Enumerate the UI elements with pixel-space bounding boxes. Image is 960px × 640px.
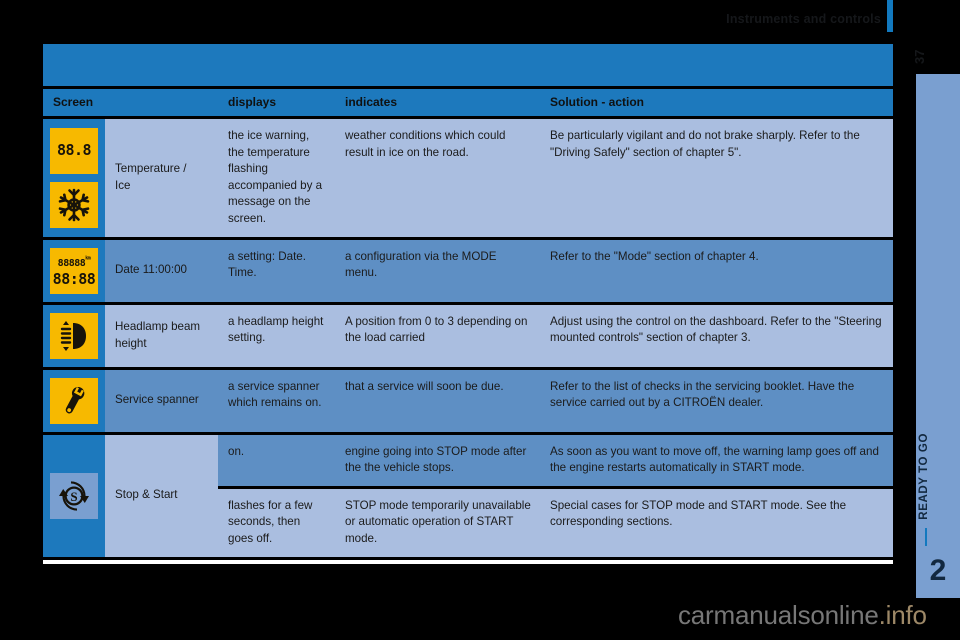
screen-cell: 88888km 88:88 Date 11:00:00 [43, 239, 218, 302]
icon-pane: 88888km 88:88 [43, 239, 105, 302]
table-row: on. engine going into STOP mode after th… [218, 434, 893, 486]
displays-cell: a service spanner which remains on. [218, 369, 335, 432]
snowflake-icon [50, 181, 98, 228]
odometer-clock-display-icon: 88888km 88:88 [50, 247, 98, 294]
odometer-value: 88888 [57, 257, 86, 269]
screen-cell: Headlamp beam height [43, 304, 218, 367]
table-header-row: Screen displays indicates Solution - act… [43, 89, 893, 117]
chapter-number: 2 [929, 554, 947, 587]
indicates-cell: engine going into STOP mode after the th… [335, 434, 540, 486]
temperature-display-value: 88.8 [56, 141, 92, 160]
displays-cell: a setting: Date. Time. [218, 239, 335, 302]
stop-start-icon: S [50, 472, 98, 519]
screen-cell: S Stop & Start [43, 434, 218, 557]
screen-cell: 88.8 Temperature / Ice [43, 119, 218, 237]
table-bottom-rule [43, 559, 893, 564]
headlamp-beam-height-icon [50, 312, 98, 359]
screen-label: Service spanner [105, 369, 218, 432]
indicates-cell: that a service will soon be due. [335, 369, 540, 432]
chapter-side-tab-inner: READY TO GO 2 [916, 74, 960, 598]
solution-cell: Adjust using the control on the dashboar… [540, 304, 893, 367]
chapter-side-tab[interactable]: READY TO GO 2 [916, 74, 960, 598]
displays-cell: flashes for a few seconds, then goes off… [218, 488, 335, 557]
table-row: 88.8 Temperature / Ice the ice warning, … [43, 119, 893, 237]
solution-cell: Special cases for STOP mode and START mo… [540, 488, 893, 557]
stop-start-sub-rows: on. engine going into STOP mode after th… [218, 434, 893, 557]
solution-cell: Be particularly vigilant and do not brak… [540, 119, 893, 237]
indicates-cell: A position from 0 to 3 depending on the … [335, 304, 540, 367]
chapter-label: READY TO GO [918, 433, 930, 520]
temperature-display-icon: 88.8 [50, 127, 98, 174]
screen-label: Stop & Start [105, 434, 218, 557]
indicates-cell: STOP mode temporarily unavailable or aut… [335, 488, 540, 557]
table-row: 88888km 88:88 Date 11:00:00 a setting: D… [43, 239, 893, 302]
solution-cell: As soon as you want to move off, the war… [540, 434, 893, 486]
icon-pane: 88.8 [43, 119, 105, 237]
watermark-tld: .info [878, 600, 927, 630]
page-number: 37 [912, 49, 927, 65]
column-header-solution: Solution - action [540, 89, 893, 117]
displays-cell: the ice warning, the temperature flashin… [218, 119, 335, 237]
clock-value: 88:88 [52, 269, 96, 288]
site-watermark: carmanualsonline.info [678, 600, 927, 631]
column-header-screen: Screen [43, 89, 218, 117]
svg-text:S: S [70, 489, 77, 504]
warning-lamp-table: Screen displays indicates Solution - act… [43, 44, 893, 564]
table-row: Service spanner a service spanner which … [43, 369, 893, 432]
page-header: Instruments and controls [0, 0, 893, 40]
chapter-divider [925, 528, 927, 546]
table-row: Headlamp beam height a headlamp height s… [43, 304, 893, 367]
screen-label: Temperature / Ice [105, 119, 218, 237]
icon-pane: S [43, 434, 105, 557]
solution-cell: Refer to the list of checks in the servi… [540, 369, 893, 432]
displays-cell: a headlamp height setting. [218, 304, 335, 367]
indicates-cell: weather conditions which could result in… [335, 119, 540, 237]
icon-pane [43, 369, 105, 432]
solution-cell: Refer to the "Mode" section of chapter 4… [540, 239, 893, 302]
screen-label: Headlamp beam height [105, 304, 218, 367]
screen-label: Date 11:00:00 [105, 239, 218, 302]
table-top-band [43, 44, 893, 86]
icon-pane [43, 304, 105, 367]
screen-cell: Service spanner [43, 369, 218, 432]
service-spanner-icon [50, 377, 98, 424]
column-header-displays: displays [218, 89, 335, 117]
table-row-group-stop-start: S Stop & Start on. engine going into STO… [43, 434, 893, 557]
displays-cell: on. [218, 434, 335, 486]
page-title: Instruments and controls [726, 12, 881, 26]
watermark-name: carmanualsonline [678, 600, 879, 630]
odometer-unit: km [85, 255, 91, 262]
header-accent-tab [887, 0, 893, 32]
indicates-cell: a configuration via the MODE menu. [335, 239, 540, 302]
column-header-indicates: indicates [335, 89, 540, 117]
table-row: flashes for a few seconds, then goes off… [218, 488, 893, 557]
